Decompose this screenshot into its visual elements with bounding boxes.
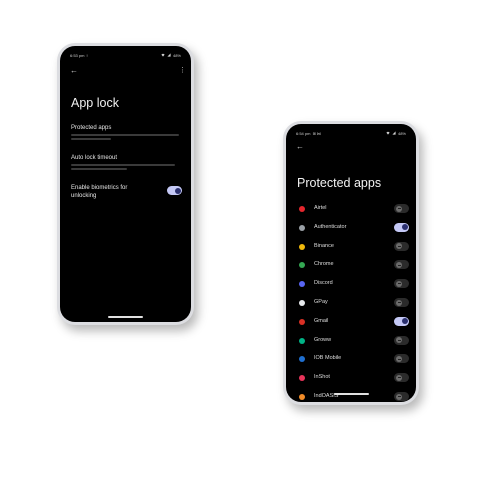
app-lock-toggle[interactable] [394, 279, 409, 289]
app-name: Groww [314, 336, 332, 343]
toggle-knob [396, 243, 402, 250]
status-bar: 6:53 pm ! 48% [70, 51, 181, 59]
app-name: IOB Mobile [314, 355, 342, 362]
page-title: Protected apps [297, 176, 382, 190]
toggle-knob [396, 280, 402, 287]
app-name: Gmail [314, 317, 329, 324]
app-lock-toggle[interactable] [394, 260, 409, 270]
toggle-knob [396, 393, 402, 400]
app-lock-toggle[interactable] [394, 373, 409, 383]
biometrics-toggle[interactable] [167, 186, 182, 195]
status-extra: ⊞ ⋈ [312, 130, 321, 136]
app-name: GPay [314, 299, 328, 305]
setting-subtitle-line [71, 164, 175, 166]
back-arrow-icon[interactable]: ← [296, 143, 304, 151]
back-arrow-icon[interactable]: ← [70, 67, 78, 75]
phone-protected-apps: 6:54 pm ⊞ ⋈ 48% ← Protected apps Airtel A… [283, 121, 419, 405]
app-lock-toggle[interactable] [394, 335, 409, 345]
app-name: Binance [314, 242, 334, 249]
toggle-knob [396, 337, 402, 344]
app-name: Discord [314, 280, 333, 287]
app-name: Airtel [314, 205, 327, 211]
app-name: Chrome [314, 261, 334, 268]
page-title: App lock [71, 96, 119, 110]
app-row[interactable]: IOB Mobile [286, 352, 416, 371]
app-lock-toggle[interactable] [394, 354, 409, 364]
app-lock-toggle[interactable] [394, 298, 409, 307]
battery-percent: 48% [172, 52, 181, 58]
toggle-knob [396, 374, 402, 381]
app-icon [299, 318, 305, 325]
signal-icon [392, 131, 396, 135]
battery-percent: 48% [397, 130, 406, 136]
phone-app-lock: 6:53 pm ! 48% ← ⋮ App lock Protected app… [57, 43, 194, 325]
setting-subtitle-line [71, 138, 111, 140]
setting-title: Auto lock timeout [71, 155, 118, 161]
status-bar: 6:54 pm ⊞ ⋈ 48% [296, 129, 406, 137]
status-time: 6:54 pm [296, 130, 311, 136]
app-icon [299, 243, 305, 250]
app-icon [299, 300, 305, 306]
app-lock-toggle[interactable] [394, 392, 409, 401]
app-icon [299, 262, 305, 269]
home-indicator[interactable] [108, 316, 143, 318]
toggle-knob [174, 187, 181, 194]
app-row[interactable]: GPay [286, 296, 416, 315]
app-lock-toggle[interactable] [394, 222, 409, 232]
signal-icon [167, 53, 171, 57]
app-icon [299, 356, 305, 363]
setting-title: Protected apps [71, 125, 112, 131]
toggle-knob [396, 261, 402, 268]
app-row[interactable]: Discord [286, 277, 416, 296]
app-row[interactable]: Groww [286, 334, 416, 353]
app-icon [299, 224, 305, 231]
app-icon [299, 206, 305, 212]
app-row[interactable]: Chrome [286, 258, 416, 277]
app-row[interactable]: Gmail [286, 315, 416, 334]
home-indicator[interactable] [334, 393, 369, 395]
app-lock-toggle[interactable] [394, 316, 409, 326]
screen: 6:53 pm ! 48% ← ⋮ App lock Protected app… [60, 46, 191, 322]
app-name: Authenticator [314, 223, 347, 230]
status-extra: ! [86, 52, 88, 58]
app-row[interactable]: Authenticator [286, 221, 416, 240]
app-row[interactable]: Binance [286, 240, 416, 259]
app-row[interactable]: Airtel [286, 202, 416, 221]
toggle-knob [396, 355, 402, 362]
status-time: 6:53 pm [70, 52, 85, 58]
app-lock-toggle[interactable] [394, 241, 409, 251]
app-icon [299, 281, 305, 288]
app-icon [299, 375, 305, 382]
wifi-icon [161, 53, 165, 57]
screen: 6:54 pm ⊞ ⋈ 48% ← Protected apps Airtel A… [286, 124, 416, 402]
app-icon [299, 337, 305, 344]
setting-title-line1: Enable biometrics for [71, 185, 128, 191]
setting-subtitle-line [71, 168, 127, 170]
app-icon [299, 394, 305, 400]
toggle-knob [401, 224, 408, 231]
app-row[interactable]: InShot [286, 371, 416, 390]
app-row[interactable]: IndOASIS [286, 390, 416, 402]
app-lock-toggle[interactable] [394, 204, 409, 213]
setting-title-line2: unlocking [71, 193, 97, 199]
setting-subtitle-line [71, 134, 179, 136]
wifi-icon [386, 131, 390, 135]
more-options-icon[interactable]: ⋮ [179, 67, 186, 75]
toggle-knob [396, 205, 402, 212]
toggle-knob [401, 318, 408, 325]
toggle-knob [396, 299, 402, 306]
app-name: InShot [314, 374, 330, 381]
